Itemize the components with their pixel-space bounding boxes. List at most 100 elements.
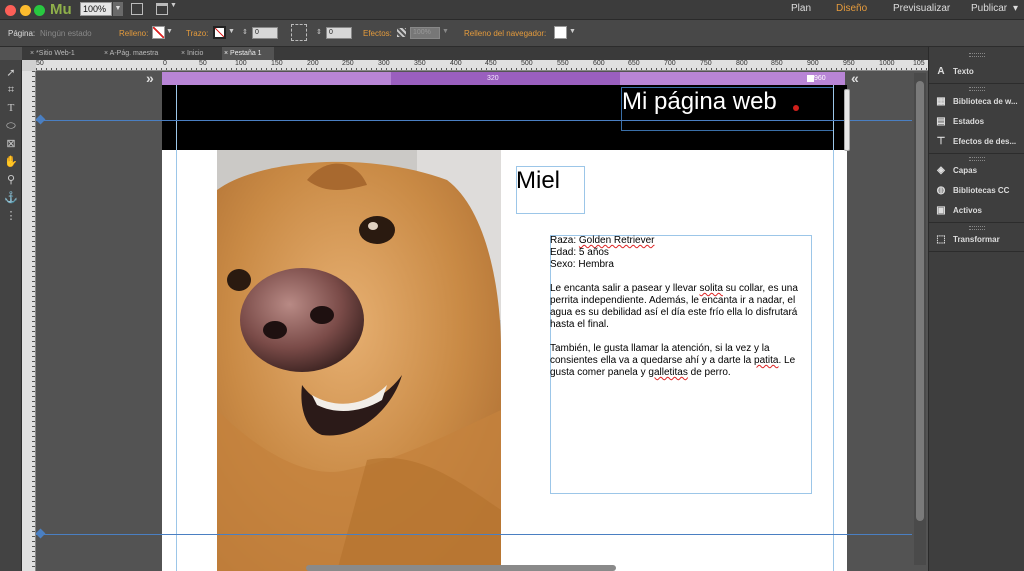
stroke-stepper-icon[interactable]: ⇕: [242, 28, 248, 36]
fill-swatch[interactable]: [152, 26, 165, 39]
horizontal-ruler[interactable]: 50 0 50 100 150 200 250 300 350 400 450 …: [36, 60, 928, 71]
panel-capas[interactable]: ◈ Capas: [935, 165, 977, 177]
view-options-icon[interactable]: [131, 3, 143, 15]
close-tab-icon[interactable]: ×: [181, 50, 185, 57]
anchor-tool-icon[interactable]: ⚓: [3, 190, 19, 206]
text-tool-icon[interactable]: T: [3, 100, 19, 116]
page-guide-right[interactable]: [833, 85, 834, 571]
description-paragraph-2: También, le gusta llamar la atención, si…: [550, 343, 808, 379]
dog-name[interactable]: Miel: [516, 166, 560, 196]
dog-photo[interactable]: [217, 150, 501, 571]
panel-texto[interactable]: A Texto: [935, 66, 973, 78]
nav-publicar[interactable]: Publicar: [971, 0, 1007, 17]
breakpoint-bar[interactable]: 320 960: [162, 72, 845, 85]
panel-activos[interactable]: ▣ Activos: [935, 205, 982, 217]
ruler-number: 50: [199, 60, 207, 67]
effects-icon[interactable]: [397, 28, 406, 37]
hand-tool-icon[interactable]: ✋: [3, 154, 19, 170]
ruler-number: 700: [664, 60, 676, 67]
page-state-value[interactable]: Ningún estado: [40, 29, 92, 38]
nav-diseno[interactable]: Diseño: [836, 0, 867, 17]
tab-pestana-1[interactable]: × Pestaña 1: [222, 47, 274, 60]
panel-estados[interactable]: ▤ Estados: [935, 116, 984, 128]
layout-dropdown-arrow-icon[interactable]: ▼: [170, 2, 177, 9]
effects-opacity-input[interactable]: 100%: [410, 27, 440, 39]
app-logo: Mu: [50, 1, 72, 18]
close-tab-icon[interactable]: ×: [224, 50, 228, 57]
browser-fill-swatch[interactable]: [554, 26, 567, 39]
panel-efectos-desplazamiento[interactable]: ⊤ Efectos de des...: [935, 136, 1017, 148]
effects-dropdown-arrow-icon[interactable]: ▼: [442, 28, 449, 35]
text-run-misspelled: solita: [699, 283, 723, 294]
corner-stepper-icon[interactable]: ⇕: [316, 28, 322, 36]
panel-transformar[interactable]: ⬚ Transformar: [935, 233, 999, 246]
browser-fill-dropdown-arrow-icon[interactable]: ▼: [569, 28, 576, 35]
tab-label: A-Pág. maestra: [109, 50, 159, 57]
fill-dropdown-arrow-icon[interactable]: ▼: [166, 28, 173, 35]
ruler-number: 600: [593, 60, 605, 67]
image-frame-tool-icon[interactable]: ⊠: [3, 136, 19, 152]
transform-icon: ⬚: [936, 233, 946, 245]
assets-icon: ▣: [936, 204, 946, 216]
crop-tool-icon[interactable]: ⌗: [3, 82, 19, 98]
tab-pag-maestra[interactable]: × A-Pág. maestra: [102, 47, 174, 60]
page-width-handle[interactable]: [844, 89, 850, 151]
breed-value: Golden Retriever: [578, 235, 655, 246]
guides-tool-icon[interactable]: ⋮: [3, 208, 19, 224]
site-title[interactable]: Mi página web: [622, 87, 777, 117]
panel-biblioteca-widgets[interactable]: ▦ Biblioteca de w...: [935, 95, 1017, 108]
panel-grip[interactable]: [969, 87, 985, 91]
page-guide-left[interactable]: [176, 85, 177, 571]
stroke-swatch[interactable]: [213, 26, 226, 39]
breakpoint-marker-icon[interactable]: [807, 75, 814, 82]
design-canvas[interactable]: 320 960 » « Mi página web Miel Raza: Gol…: [36, 71, 928, 571]
header-guide-handle-icon[interactable]: [36, 114, 46, 125]
header-guide[interactable]: [36, 120, 912, 121]
text-run-misspelled: galletitas: [648, 367, 688, 378]
selection-tool-icon[interactable]: ➚: [3, 65, 19, 81]
zoom-window-button[interactable]: [34, 5, 45, 16]
panel-label: Efectos de des...: [953, 137, 1017, 146]
breakpoint-range[interactable]: [391, 72, 620, 85]
tab-inicio[interactable]: × Inicio: [179, 47, 219, 60]
vertical-scroll-thumb[interactable]: [916, 81, 924, 521]
ruler-number: 105: [913, 60, 925, 67]
breakpoint-expand-right-icon[interactable]: «: [851, 71, 859, 85]
ellipse-tool-icon[interactable]: ⬭: [3, 118, 19, 134]
ruler-number: 150: [271, 60, 283, 67]
stroke-width-input[interactable]: 0: [252, 27, 278, 39]
close-tab-icon[interactable]: ×: [104, 50, 108, 57]
zoom-dropdown-arrow-icon[interactable]: ▼: [113, 2, 123, 16]
page-artboard[interactable]: Mi página web Miel Raza: Golden Retrieve…: [162, 85, 847, 571]
ruler-number: 400: [450, 60, 462, 67]
panel-grip[interactable]: [969, 157, 985, 161]
panel-bibliotecas-cc[interactable]: ◍ Bibliotecas CC: [935, 185, 1010, 197]
ruler-number: 0: [163, 60, 167, 67]
widgets-library-icon: ▦: [936, 95, 946, 107]
footer-guide[interactable]: [36, 534, 912, 535]
document-tab-bar: × *Sitio Web-1 × A-Pág. maestra × Inicio…: [22, 47, 928, 60]
layout-options-icon[interactable]: [156, 3, 168, 15]
publish-dropdown-arrow-icon[interactable]: ▾: [1013, 0, 1018, 17]
footer-guide-handle-icon[interactable]: [36, 528, 46, 539]
ruler-number: 450: [485, 60, 497, 67]
close-window-button[interactable]: [5, 5, 16, 16]
zoom-input[interactable]: 100%: [80, 2, 112, 16]
panel-grip[interactable]: [969, 53, 985, 57]
panel-grip[interactable]: [969, 226, 985, 230]
stroke-dropdown-arrow-icon[interactable]: ▼: [228, 28, 235, 35]
tab-sitio-web[interactable]: × *Sitio Web-1: [28, 47, 94, 60]
breakpoint-expand-left-icon[interactable]: »: [146, 71, 154, 85]
minimize-window-button[interactable]: [20, 5, 31, 16]
corner-radius-input[interactable]: 0: [326, 27, 352, 39]
dog-description[interactable]: Raza: Golden Retriever Edad: 5 años Sexo…: [550, 235, 808, 379]
browser-fill-label: Relleno del navegador:: [464, 29, 547, 38]
zoom-tool-icon[interactable]: ⚲: [3, 172, 19, 188]
nav-previsualizar[interactable]: Previsualizar: [893, 0, 950, 17]
nav-plan[interactable]: Plan: [791, 0, 811, 17]
horizontal-scroll-thumb[interactable]: [306, 565, 616, 571]
vertical-ruler[interactable]: [22, 71, 36, 571]
panel-separator: [929, 83, 1024, 84]
ruler-number: 1000: [879, 60, 895, 67]
close-tab-icon[interactable]: ×: [30, 50, 34, 57]
